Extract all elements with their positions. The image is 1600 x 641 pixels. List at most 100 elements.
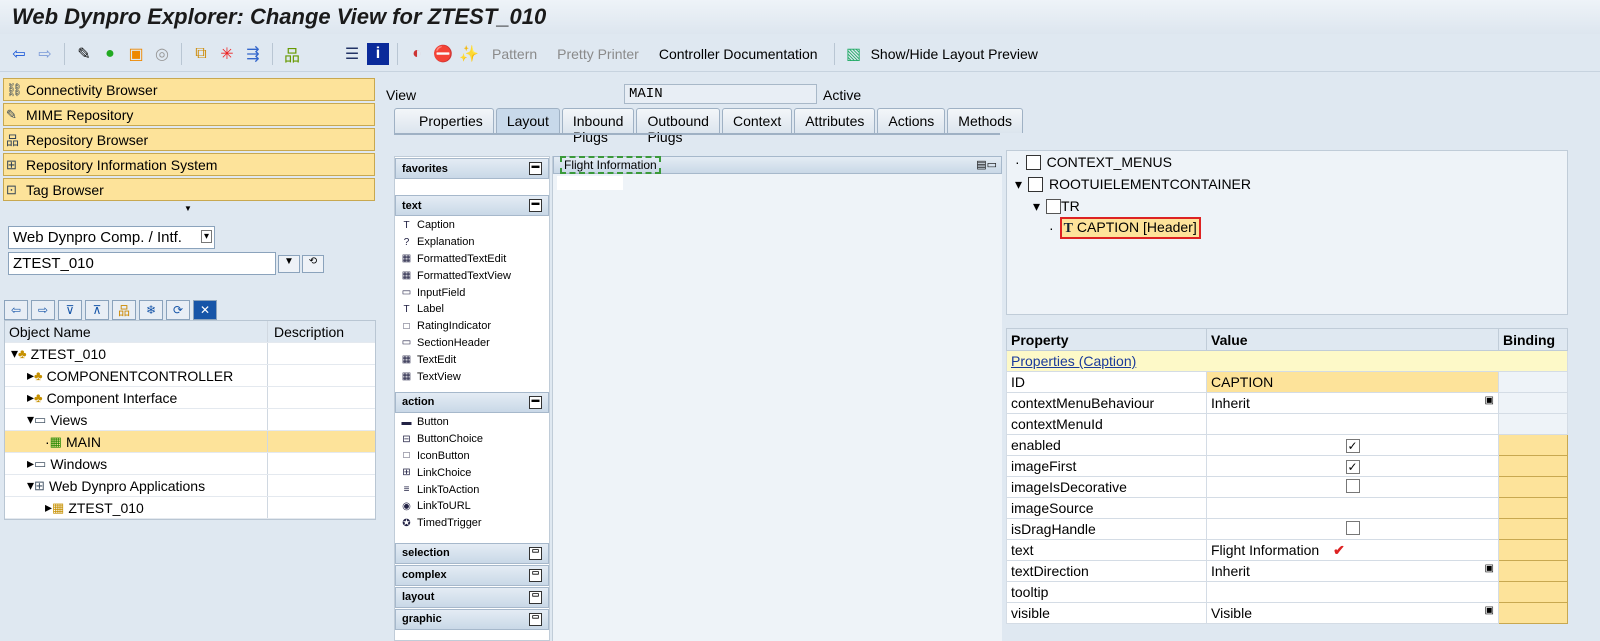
dropdown-icon[interactable]: ▣ (1485, 605, 1494, 616)
tree-icon[interactable]: 品 (281, 43, 303, 65)
tree-row-selected[interactable]: · ▦ MAIN (5, 431, 375, 453)
hierarchy-icon[interactable]: 品 (112, 300, 136, 320)
property-row[interactable]: text Flight Information ✔ (1006, 539, 1568, 561)
test-icon[interactable]: ◐ (406, 43, 428, 65)
binding-button[interactable] (1498, 581, 1568, 603)
property-value[interactable]: Visible (1211, 605, 1252, 621)
palette-group-layout[interactable]: layout ▭ (395, 586, 549, 608)
tab-layout[interactable]: Layout (495, 108, 560, 133)
collapse-arrow-icon[interactable]: ▼ (184, 204, 192, 213)
tree-row[interactable]: ▾ ♣ ZTEST_010 (5, 343, 375, 365)
tree-node-context-menus[interactable]: · CONTEXT_MENUS (1007, 151, 1567, 173)
palette-group-complex[interactable]: complex ▭ (395, 564, 549, 586)
col-object-name[interactable]: Object Name (5, 321, 268, 342)
palette-item[interactable]: ◉ LinkToURL (395, 498, 549, 515)
dropdown-button[interactable]: ▼ (278, 255, 300, 273)
edit-toggle-icon[interactable]: ✎ (73, 43, 95, 65)
palette-group-graphic[interactable]: graphic ▭ (395, 608, 549, 630)
checkbox[interactable] (1345, 478, 1360, 493)
property-row[interactable]: imageFirst ✓ (1006, 455, 1568, 477)
tree-node-root[interactable]: ▾ ROOTUIELEMENTCONTAINER (1007, 173, 1567, 195)
palette-item[interactable]: ▦ TextEdit (395, 351, 549, 368)
col-description[interactable]: Description (268, 324, 344, 340)
binding-button[interactable] (1498, 539, 1568, 561)
highlight-icon[interactable]: ✳ (216, 43, 238, 65)
binding-button[interactable] (1498, 497, 1568, 519)
palette-item[interactable]: □ RatingIndicator (395, 318, 549, 335)
dropdown-icon[interactable]: ▣ (1485, 395, 1494, 406)
forward-icon[interactable]: ⇨ (34, 43, 56, 65)
property-row[interactable]: imageIsDecorative (1006, 476, 1568, 498)
palette-item[interactable]: ✪ TimedTrigger (395, 515, 549, 532)
nav-mime-repository[interactable]: ✎ MIME Repository (3, 103, 375, 126)
nav-connectivity-browser[interactable]: ⛓ Connectivity Browser (3, 78, 375, 101)
palette-item[interactable]: T Caption (395, 217, 549, 234)
tab-context[interactable]: Context (721, 108, 793, 133)
caption-preview[interactable]: Flight Information (560, 156, 661, 174)
property-row[interactable]: ID CAPTION (1006, 371, 1568, 393)
property-row[interactable]: visible Visible ▣ (1006, 602, 1568, 624)
hierarchy-icon[interactable]: ⧉ (190, 43, 212, 65)
layout-preview-icon[interactable]: ▧ (843, 43, 865, 65)
palette-group-text[interactable]: text ▬ (395, 195, 549, 216)
property-value[interactable]: Inherit (1211, 563, 1250, 579)
activate-icon[interactable]: ● (99, 43, 121, 65)
copy-icon[interactable]: ▣ (125, 43, 147, 65)
tab-attributes[interactable]: Attributes (794, 108, 876, 133)
palette-group-favorites[interactable]: favorites ▬ (395, 158, 549, 179)
collapse-icon[interactable]: ⊽ (58, 300, 82, 320)
palette-item[interactable]: ? Explanation (395, 234, 549, 251)
dropdown-icon[interactable]: ▣ (1485, 563, 1494, 574)
property-row[interactable]: contextMenuId (1006, 413, 1568, 435)
tab-methods[interactable]: Methods (947, 108, 1023, 133)
tree-row[interactable]: ▸ ▦ ZTEST_010 (5, 497, 375, 519)
close-icon[interactable]: ✕ (193, 300, 217, 320)
tab-inbound-plugs[interactable]: Inbound Plugs (561, 108, 635, 145)
palette-item[interactable]: ▦ FormattedTextEdit (395, 251, 549, 268)
palette-item[interactable]: ≡ LinkToAction (395, 481, 549, 498)
property-row[interactable]: textDirection Inherit ▣ (1006, 560, 1568, 582)
tree-row[interactable]: ▾ ▭ Views (5, 409, 375, 431)
binding-button[interactable] (1498, 560, 1568, 582)
properties-section-link[interactable]: Properties (Caption) (1006, 350, 1568, 372)
expand-icon[interactable]: ⊼ (85, 300, 109, 320)
property-row[interactable]: enabled ✓ (1006, 434, 1568, 456)
checkbox[interactable]: ✓ (1345, 460, 1360, 474)
snowflake-icon[interactable]: ❄ (139, 300, 163, 320)
pattern-button[interactable]: Pattern (484, 46, 545, 62)
tab-outbound-plugs[interactable]: Outbound Plugs (636, 108, 720, 145)
nav-tag-browser[interactable]: ⊡ Tag Browser (3, 178, 375, 201)
navigate-icon[interactable]: ⇶ (242, 43, 264, 65)
palette-item[interactable]: ▦ FormattedTextView (395, 267, 549, 284)
wizard-icon[interactable]: ✨ (458, 43, 480, 65)
object-name-input[interactable]: ZTEST_010 (8, 252, 276, 275)
palette-group-action[interactable]: action ▬ (395, 391, 549, 413)
tree-node-tr[interactable]: ▾ TR (1007, 195, 1567, 217)
tree-row[interactable]: ▾ ⊞ Web Dynpro Applications (5, 475, 375, 497)
pretty-printer-button[interactable]: Pretty Printer (549, 46, 647, 62)
property-value[interactable]: Inherit (1211, 395, 1250, 411)
palette-item[interactable]: ⊞ LinkChoice (395, 464, 549, 481)
controller-documentation-button[interactable]: Controller Documentation (651, 46, 826, 62)
stop-icon[interactable]: ⛔ (432, 43, 454, 65)
palette-item[interactable]: ▭ SectionHeader (395, 335, 549, 352)
binding-button[interactable] (1498, 455, 1568, 477)
property-value[interactable]: CAPTION (1211, 374, 1273, 390)
property-row[interactable]: tooltip (1006, 581, 1568, 603)
back-icon[interactable]: ⇦ (8, 43, 30, 65)
tree-row[interactable]: ▸ ♣ Component Interface (5, 387, 375, 409)
checkbox[interactable] (1345, 520, 1360, 535)
tab-properties[interactable]: Properties (394, 108, 494, 133)
where-used-icon[interactable]: ◎ (151, 43, 173, 65)
property-row[interactable]: isDragHandle (1006, 518, 1568, 540)
show-hide-layout-preview-button[interactable]: Show/Hide Layout Preview (869, 46, 1046, 62)
back-icon[interactable]: ⇦ (4, 300, 28, 320)
palette-item[interactable]: ⊟ ButtonChoice (395, 431, 549, 448)
binding-button[interactable] (1498, 602, 1568, 624)
object-type-select[interactable]: Web Dynpro Comp. / Intf. ▾ (8, 226, 215, 249)
palette-item[interactable]: ▬ Button (395, 414, 549, 431)
tree-row[interactable]: ▸ ▭ Windows (5, 453, 375, 475)
nav-repository-browser[interactable]: 品 Repository Browser (3, 128, 375, 151)
property-row[interactable]: imageSource (1006, 497, 1568, 519)
checkbox[interactable]: ✓ (1345, 439, 1360, 453)
